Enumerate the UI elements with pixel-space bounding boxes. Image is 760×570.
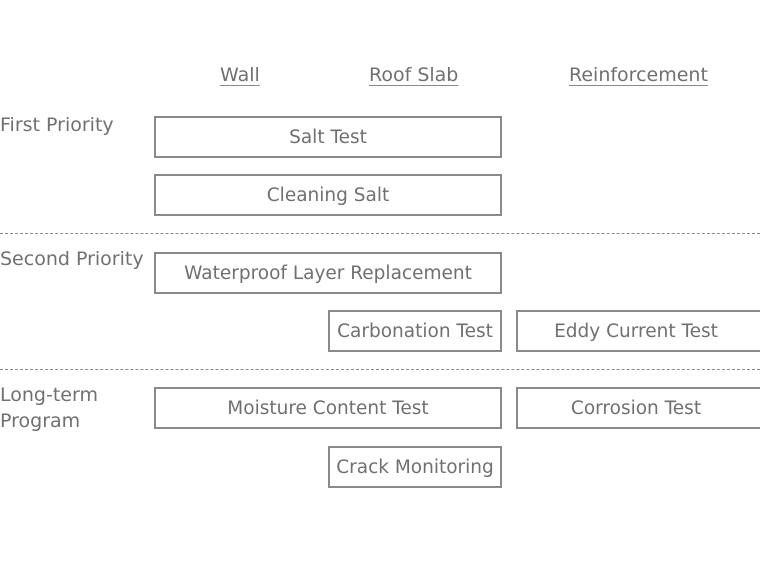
task-box-waterproof-layer-replacement: Waterproof Layer Replacement xyxy=(154,252,502,294)
row-label-long-term-program: Long-term Program xyxy=(0,382,98,434)
task-box-salt-test: Salt Test xyxy=(154,116,502,158)
column-header-wall: Wall xyxy=(220,64,260,86)
task-box-crack-monitoring: Crack Monitoring xyxy=(328,446,502,488)
task-box-eddy-current-test: Eddy Current Test xyxy=(516,310,760,352)
task-label: Eddy Current Test xyxy=(554,320,718,342)
column-header-roof-slab: Roof Slab xyxy=(369,64,459,86)
task-label: Salt Test xyxy=(289,126,367,148)
task-box-corrosion-test: Corrosion Test xyxy=(516,387,760,429)
task-label: Moisture Content Test xyxy=(227,397,429,419)
task-label: Cleaning Salt xyxy=(266,184,390,206)
section-divider xyxy=(0,233,760,234)
task-box-carbonation-test: Carbonation Test xyxy=(328,310,502,352)
row-label-second-priority: Second Priority xyxy=(0,248,144,270)
task-box-moisture-content-test: Moisture Content Test xyxy=(154,387,502,429)
column-header-reinforcement: Reinforcement xyxy=(569,64,708,86)
task-label: Corrosion Test xyxy=(570,397,702,419)
section-divider xyxy=(0,369,760,370)
row-label-line: Program xyxy=(0,410,81,432)
row-label-line: Long-term xyxy=(0,384,98,406)
row-label-first-priority: First Priority xyxy=(0,114,114,136)
task-label: Carbonation Test xyxy=(337,320,493,342)
task-box-cleaning-salt: Cleaning Salt xyxy=(154,174,502,216)
task-label: Waterproof Layer Replacement xyxy=(184,262,472,284)
task-label: Crack Monitoring xyxy=(336,456,494,478)
